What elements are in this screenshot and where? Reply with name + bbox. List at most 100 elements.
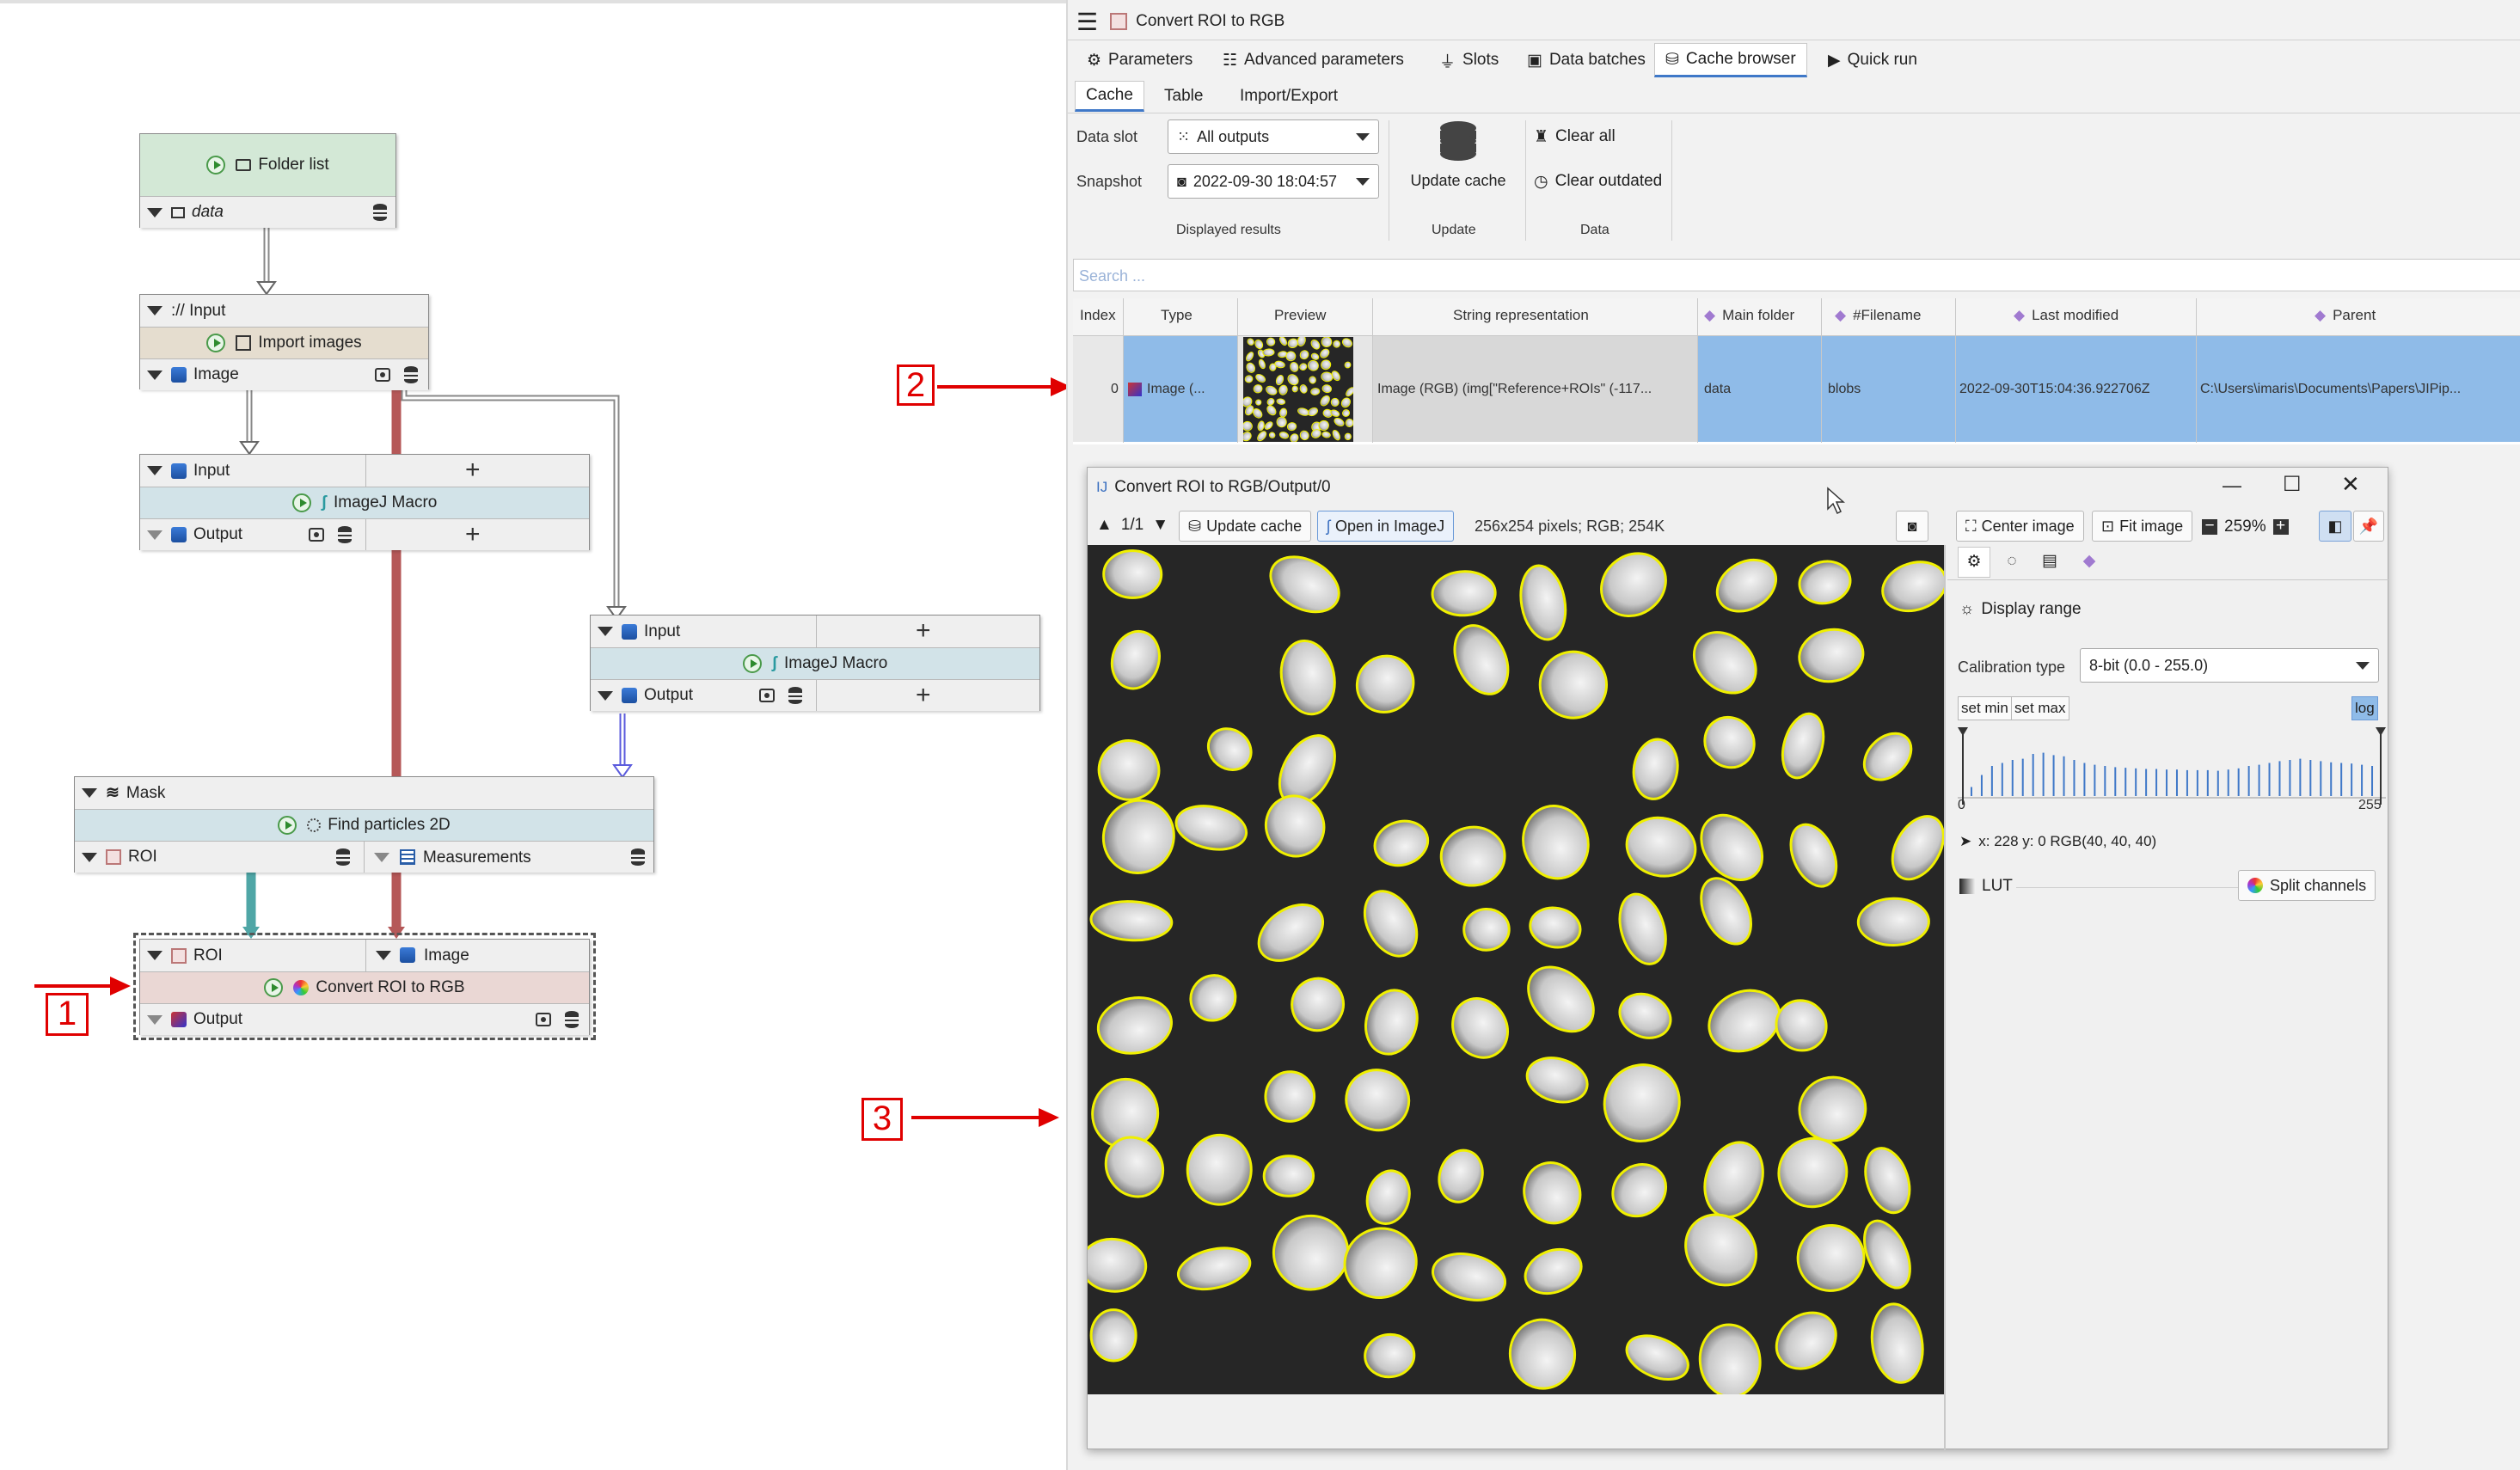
header-main-folder[interactable]: ◆ Main folder [1704,307,1794,324]
maximize-button[interactable]: ☐ [2283,471,2302,497]
set-min-button[interactable]: set min [1958,696,2012,720]
tab-cache-browser[interactable]: ⛁ Cache browser [1654,43,1807,77]
node-imagej-macro-1[interactable]: Input + ʃ ImageJ Macro Output + [139,454,590,550]
zoom-in-icon[interactable]: + [2272,518,2289,535]
subtab-cache[interactable]: Cache [1075,81,1144,112]
camera-icon[interactable] [536,1013,551,1026]
image-canvas[interactable] [1088,545,1944,1394]
run-icon[interactable] [742,654,762,673]
tab-parameters[interactable]: ⚙ Parameters [1076,43,1203,77]
run-icon[interactable] [291,493,311,512]
cache-icon[interactable] [565,1011,579,1028]
chevron-up-icon[interactable]: ▲ [1096,516,1113,535]
hamburger-menu-icon[interactable]: ☰ [1076,8,1098,36]
chevron-down-icon[interactable] [147,530,162,540]
chevron-down-icon[interactable] [374,853,389,862]
run-icon[interactable] [278,816,297,835]
center-image-button[interactable]: ⛶ Center image [1956,511,2084,542]
run-icon[interactable] [206,334,226,352]
camera-icon[interactable] [309,528,324,542]
minimize-button[interactable]: — [2223,473,2241,499]
chevron-down-icon[interactable] [147,370,162,380]
tab-display-settings[interactable]: ⚙ [1958,547,1990,578]
node-folder-list[interactable]: Folder list data [139,133,396,228]
cache-icon[interactable] [631,848,645,866]
slot-row[interactable]: ROI Image [140,940,589,971]
chevron-down-icon[interactable] [147,207,162,217]
tab-slots[interactable]: ⏚ Slots [1429,43,1509,77]
update-cache-button[interactable]: Update cache [1401,120,1515,198]
tab-annotations[interactable]: ◆ [2073,547,2106,578]
snapshot-button[interactable]: ◙ [1896,511,1928,542]
histogram[interactable] [1958,726,2386,812]
add-slot-icon[interactable]: + [465,522,481,548]
tab-measurements[interactable]: ▤ [2033,547,2066,578]
chevron-down-icon[interactable] [598,690,613,701]
set-max-button[interactable]: set max [2011,696,2069,720]
pin-button[interactable]: 📌 [2353,511,2384,542]
clear-all-button[interactable]: ♜ Clear all [1534,124,1616,150]
slot-row[interactable]: ROI Measurements [75,841,653,873]
header-index[interactable]: Index [1080,307,1116,324]
snapshot-select[interactable]: ◙ 2022-09-30 18:04:57 [1168,164,1379,199]
chevron-down-icon[interactable] [82,852,97,862]
chevron-down-icon[interactable] [147,466,162,475]
update-cache-button[interactable]: ⛁ Update cache [1179,511,1312,542]
data-slot-select[interactable]: ⁙ All outputs [1168,119,1379,154]
chevron-down-icon[interactable] [376,951,391,960]
camera-icon[interactable] [759,689,775,702]
toggle-sidebar-button[interactable]: ◧ [2319,511,2351,542]
tab-quick-run[interactable]: ▶ Quick run [1818,43,1928,77]
tab-data-batches[interactable]: ▣ Data batches [1517,43,1656,77]
slot-row[interactable]: Output [140,1003,589,1035]
cache-icon[interactable] [404,366,418,383]
subtab-table[interactable]: Table [1154,81,1213,112]
chevron-down-icon[interactable] [147,306,162,315]
slot-row[interactable]: ≋ Mask [75,777,653,809]
node-convert-roi-to-rgb[interactable]: ROI Image Convert ROI to RGB Output [139,939,590,1035]
image-viewer-window[interactable]: IJ Convert ROI to RGB/Output/0 — ☐ ✕ ▲ 1… [1087,467,2389,1450]
subtab-import-export[interactable]: Import/Export [1229,81,1348,112]
slot-row[interactable]: Output + [140,518,589,550]
chevron-down-icon[interactable] [147,951,162,960]
header-type[interactable]: Type [1161,307,1193,324]
header-parent[interactable]: ◆ Parent [2315,307,2376,324]
close-button[interactable]: ✕ [2341,471,2360,497]
chevron-down-icon[interactable] [598,627,613,636]
open-in-imagej-button[interactable]: ʃ Open in ImageJ [1317,511,1455,542]
node-import-images[interactable]: :// Input Import images Image [139,294,429,390]
header-last-modified[interactable]: ◆ Last modified [2014,307,2118,324]
preview-thumbnail[interactable] [1243,337,1353,442]
camera-icon[interactable] [375,368,390,382]
cache-icon[interactable] [788,687,802,704]
page-navigator[interactable]: ▲ 1/1 ▼ [1096,511,1168,540]
split-channels-button[interactable]: Split channels [2238,870,2376,901]
clear-outdated-button[interactable]: ◷ Clear outdated [1534,168,1662,194]
cache-icon[interactable] [336,848,350,866]
chevron-down-icon[interactable] [82,788,97,798]
run-icon[interactable] [264,978,284,997]
fit-image-button[interactable]: ⊡ Fit image [2092,511,2193,542]
header-string-representation[interactable]: String representation [1453,307,1589,324]
header-preview[interactable]: Preview [1274,307,1326,324]
run-icon[interactable] [206,156,226,175]
cache-icon[interactable] [373,204,387,221]
zoom-out-icon[interactable]: − [2202,518,2217,535]
slot-row[interactable]: Input + [140,455,589,487]
chevron-down-icon[interactable] [147,1014,162,1025]
node-find-particles[interactable]: ≋ Mask Find particles 2D ROI Measurement… [74,776,654,873]
input-slot-row[interactable]: :// Input [140,295,428,327]
output-slot-row[interactable]: Image [140,358,428,390]
histogram-bar [2021,758,2024,796]
output-slot-row[interactable]: data [140,196,395,228]
add-slot-icon[interactable]: + [465,457,481,483]
zoom-control[interactable]: − 259% + [2202,514,2289,540]
calibration-type-select[interactable]: 8-bit (0.0 - 255.0) [2080,648,2379,683]
header-filename[interactable]: ◆ #Filename [1835,307,1921,324]
search-input[interactable]: Search ... [1073,259,2520,291]
cache-icon[interactable] [338,526,352,543]
chevron-down-icon[interactable]: ▼ [1152,516,1168,535]
log-toggle[interactable]: log [2351,696,2378,720]
tab-roi[interactable]: ◌ [1996,547,2028,578]
tab-advanced-parameters[interactable]: ☷ Advanced parameters [1212,43,1414,77]
